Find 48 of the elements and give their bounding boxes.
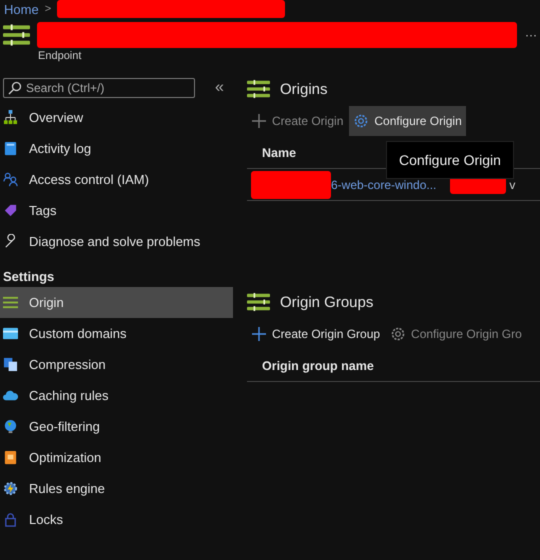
menu-item[interactable]: Optimization [0, 442, 233, 473]
people-icon [3, 172, 18, 187]
column-header: Name [262, 146, 296, 160]
sliders-icon [3, 295, 18, 310]
menu-item[interactable]: Tags [0, 195, 233, 226]
menu-item[interactable]: Caching rules [0, 380, 233, 411]
lock-icon [3, 512, 18, 527]
menu-item[interactable]: Access control (IAM) [0, 164, 233, 195]
sliders-icon [247, 79, 270, 99]
home-link[interactable]: Home [4, 2, 39, 16]
section-heading: Settings [2, 268, 56, 286]
section-title: Origin Groups [280, 294, 374, 310]
book-icon [3, 141, 18, 156]
cloud-icon [3, 388, 18, 403]
menu-item[interactable]: Rules engine [0, 473, 233, 504]
hierarchy-icon [3, 110, 18, 125]
menu-item[interactable]: Origin [0, 287, 233, 318]
window-icon [3, 326, 18, 341]
search-icon [8, 81, 22, 95]
add-button[interactable]: Create Origin Group [247, 319, 384, 349]
plus-icon [251, 113, 267, 129]
resource-type: Endpoint [37, 50, 82, 64]
tooltip: Configure Origin [386, 141, 514, 179]
menu-item[interactable]: Compression [0, 349, 233, 380]
table-cell: v [509, 178, 516, 192]
sliders-icon [247, 292, 270, 312]
section-title: Origins [280, 80, 328, 98]
more-button[interactable]: ··· [525, 28, 537, 42]
configure-button[interactable]: Configure Origin [349, 106, 466, 136]
gear-icon [3, 481, 18, 496]
settings-icon [353, 113, 370, 129]
column-header: Origin group name [262, 359, 374, 373]
collapse-button[interactable]: « [215, 79, 224, 97]
tag-icon [3, 203, 18, 218]
search-field[interactable]: Search (Ctrl+/) [3, 78, 195, 98]
plus-icon [251, 326, 267, 342]
menu-item[interactable]: Custom domains [0, 318, 233, 349]
menu-item[interactable]: Overview [0, 102, 233, 133]
pages-icon [3, 357, 18, 372]
menu-item[interactable]: Diagnose and solve problems [0, 226, 233, 257]
endpoint-icon [3, 23, 30, 47]
settings-icon [390, 326, 406, 342]
menu-item[interactable]: Activity log [0, 133, 233, 164]
breadcrumb-separator: > [44, 3, 52, 15]
origin-link[interactable]: 6-web-core-windo... [331, 178, 436, 192]
menu-item[interactable]: Geo-filtering [0, 411, 233, 442]
panel-icon [3, 450, 18, 465]
menu-item[interactable]: Locks [0, 504, 233, 535]
